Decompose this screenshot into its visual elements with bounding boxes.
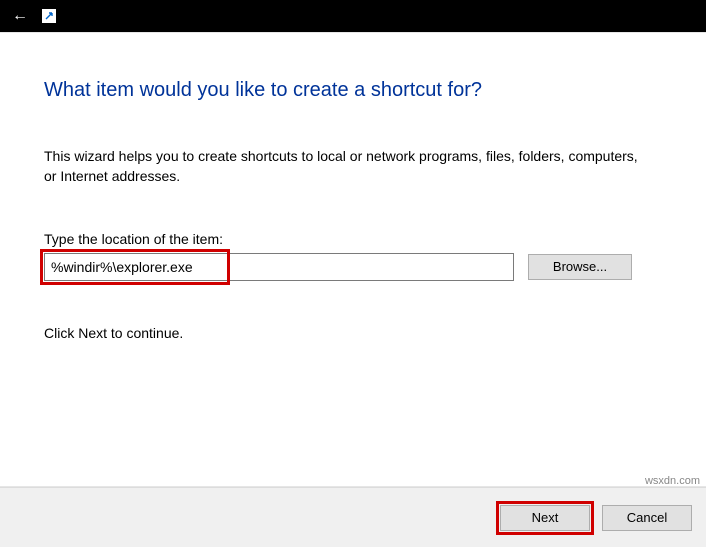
location-label: Type the location of the item: bbox=[44, 231, 662, 247]
location-row: Browse... bbox=[44, 253, 662, 281]
wizard-description: This wizard helps you to create shortcut… bbox=[44, 146, 654, 187]
cancel-button[interactable]: Cancel bbox=[602, 505, 692, 531]
location-input[interactable] bbox=[44, 253, 514, 281]
shortcut-wizard-icon bbox=[42, 9, 56, 23]
continue-instruction: Click Next to continue. bbox=[44, 325, 662, 341]
highlight-box-next: Next bbox=[496, 501, 594, 535]
page-title: What item would you like to create a sho… bbox=[44, 79, 662, 102]
wizard-content: What item would you like to create a sho… bbox=[0, 32, 706, 487]
next-button[interactable]: Next bbox=[500, 505, 590, 531]
wizard-footer: Next Cancel bbox=[0, 487, 706, 547]
location-input-wrap bbox=[44, 253, 514, 281]
titlebar: ← bbox=[0, 0, 706, 32]
watermark-text: wsxdn.com bbox=[645, 475, 700, 487]
browse-button[interactable]: Browse... bbox=[528, 254, 632, 280]
back-arrow-icon[interactable]: ← bbox=[8, 7, 32, 25]
